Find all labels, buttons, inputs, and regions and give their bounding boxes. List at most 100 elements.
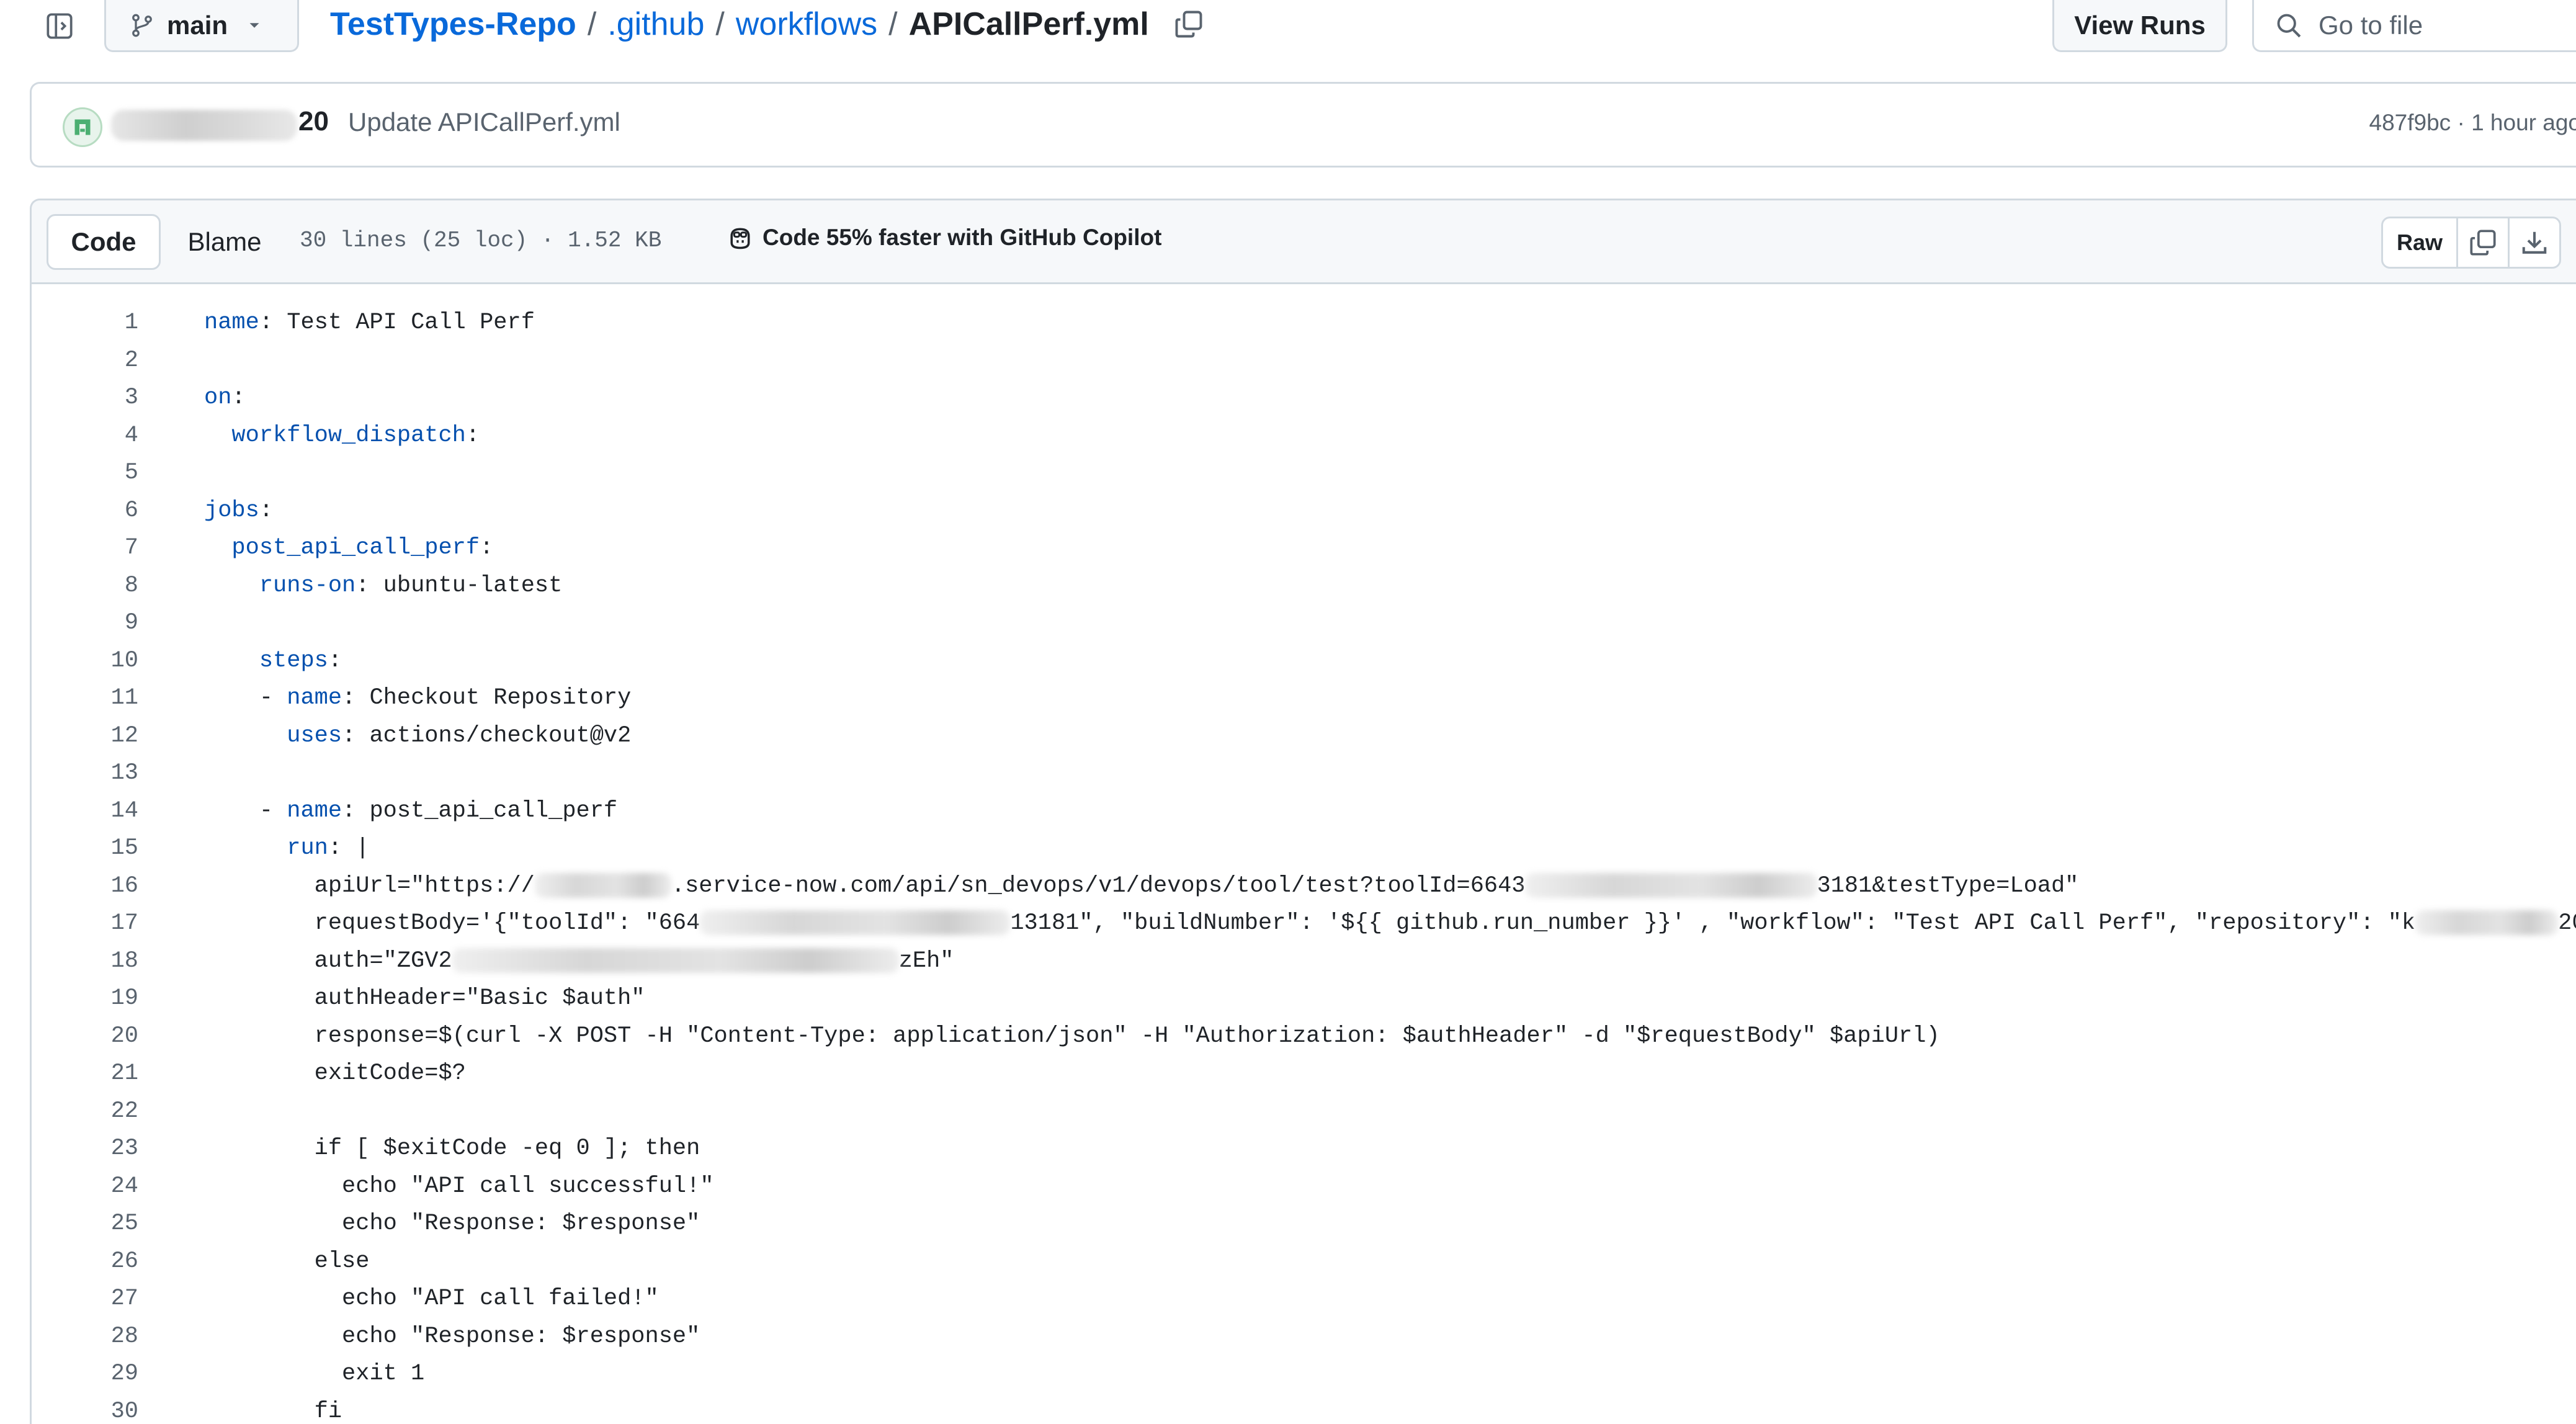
line-content: workflow_dispatch: xyxy=(231,422,480,449)
code-line: 3 on: xyxy=(32,379,2576,416)
chevron-down-icon xyxy=(249,22,259,28)
line-number[interactable]: 12 xyxy=(32,717,138,755)
code-line: 14 - name: post_api_call_perf xyxy=(32,792,2576,830)
yaml-key: run xyxy=(287,835,328,861)
line-content: steps: xyxy=(259,647,342,674)
line-number[interactable]: 11 xyxy=(32,679,138,717)
breadcrumb-repo-link[interactable]: TestTypes-Repo xyxy=(330,6,576,43)
line-number[interactable]: 18 xyxy=(32,943,138,980)
git-branch-icon xyxy=(132,14,152,37)
line-number[interactable]: 22 xyxy=(32,1093,138,1130)
breadcrumb-separator: / xyxy=(715,6,725,42)
line-number[interactable]: 7 xyxy=(32,529,138,566)
redacted-text xyxy=(534,872,671,898)
code-view: 1 name: Test API Call Perf 2 3 on: 4 workflow… xyxy=(30,284,2576,1424)
copy-raw-icon[interactable] xyxy=(2458,218,2510,267)
code-line: 28 echo "Response: $response" xyxy=(32,1318,2576,1355)
code-line: 16 apiUrl="https://.service-now.com/api/… xyxy=(32,867,2576,905)
line-number[interactable]: 2 xyxy=(32,342,138,379)
yaml-key: post_api_call_perf xyxy=(231,535,480,561)
code-line: 13 xyxy=(32,755,2576,792)
line-content: run: | xyxy=(287,835,370,861)
file-info: 30 lines (25 loc) · 1.52 KB xyxy=(300,228,662,253)
download-icon[interactable] xyxy=(2510,218,2559,267)
code-line: 10 steps: xyxy=(32,642,2576,679)
line-content: requestBody='{"toolId": "664 13181", "bui… xyxy=(204,910,2576,936)
line-content: exitCode=$? xyxy=(204,1060,466,1086)
line-number[interactable]: 21 xyxy=(32,1055,138,1092)
redacted-author-name xyxy=(111,110,297,141)
yaml-key: workflow_dispatch xyxy=(231,422,466,449)
line-number[interactable]: 1 xyxy=(32,304,138,341)
yaml-key: jobs xyxy=(204,497,259,524)
avatar[interactable] xyxy=(63,107,102,147)
line-number[interactable]: 24 xyxy=(32,1168,138,1205)
line-number[interactable]: 3 xyxy=(32,379,138,416)
breadcrumb-separator: / xyxy=(888,6,898,42)
code-line: 12 uses: actions/checkout@v2 xyxy=(32,717,2576,755)
tab-blame[interactable]: Blame xyxy=(161,214,288,270)
line-content: authHeader="Basic $auth" xyxy=(204,985,645,1011)
line-content: echo "API call failed!" xyxy=(204,1286,659,1312)
copilot-label: Code 55% faster with GitHub Copilot xyxy=(763,225,1162,250)
branch-selector-button[interactable]: main xyxy=(104,0,299,52)
redacted-text xyxy=(452,947,899,973)
line-number[interactable]: 19 xyxy=(32,980,138,1017)
code-line: 8 runs-on: ubuntu-latest xyxy=(32,567,2576,604)
line-number[interactable]: 20 xyxy=(32,1018,138,1055)
branch-label: main xyxy=(167,10,228,40)
line-number[interactable]: 29 xyxy=(32,1355,138,1392)
code-line: 26 else xyxy=(32,1243,2576,1280)
code-line: 2 xyxy=(32,342,2576,379)
line-content: fi xyxy=(204,1398,342,1424)
breadcrumb-github-link[interactable]: .github xyxy=(607,6,704,43)
go-to-file-input[interactable]: Go to file xyxy=(2252,0,2576,52)
commit-author[interactable]: 20 xyxy=(298,106,329,137)
line-number[interactable]: 8 xyxy=(32,567,138,604)
redacted-text xyxy=(1525,872,1817,898)
line-content: exit 1 xyxy=(204,1361,425,1387)
redacted-text xyxy=(2415,910,2559,936)
line-number[interactable]: 23 xyxy=(32,1130,138,1167)
line-number[interactable]: 5 xyxy=(32,454,138,491)
line-number[interactable]: 4 xyxy=(32,417,138,454)
line-number[interactable]: 6 xyxy=(32,492,138,529)
line-content: runs-on: ubuntu-latest xyxy=(259,572,563,599)
line-number[interactable]: 27 xyxy=(32,1280,138,1317)
line-number[interactable]: 17 xyxy=(32,905,138,942)
view-runs-button[interactable]: View Runs xyxy=(2052,0,2227,52)
raw-button[interactable]: Raw xyxy=(2383,218,2458,267)
line-content: echo "API call successful!" xyxy=(204,1173,714,1199)
copy-path-icon[interactable] xyxy=(1174,9,1204,39)
yaml-key: steps xyxy=(259,647,328,674)
line-number[interactable]: 16 xyxy=(32,867,138,905)
code-line: 18 auth="ZGV2 zEh" xyxy=(32,943,2576,980)
code-line: 27 echo "API call failed!" xyxy=(32,1280,2576,1317)
line-number[interactable]: 15 xyxy=(32,830,138,867)
line-number[interactable]: 25 xyxy=(32,1205,138,1242)
code-line: 30 fi xyxy=(32,1393,2576,1424)
code-line: 6 jobs: xyxy=(32,492,2576,529)
line-number[interactable]: 30 xyxy=(32,1393,138,1424)
line-number[interactable]: 26 xyxy=(32,1243,138,1280)
line-number[interactable]: 28 xyxy=(32,1318,138,1355)
sidebar-toggle-icon[interactable] xyxy=(41,7,78,45)
line-number[interactable]: 9 xyxy=(32,604,138,642)
code-line: 19 authHeader="Basic $auth" xyxy=(32,980,2576,1017)
breadcrumb-workflows-link[interactable]: workflows xyxy=(736,6,877,43)
tab-code[interactable]: Code xyxy=(47,214,161,270)
line-number[interactable]: 14 xyxy=(32,792,138,830)
line-content: auth="ZGV2 zEh" xyxy=(204,947,954,974)
code-line: 22 xyxy=(32,1093,2576,1130)
code-line: 29 exit 1 xyxy=(32,1355,2576,1392)
yaml-key: name xyxy=(204,310,259,336)
line-content: post_api_call_perf: xyxy=(231,535,494,561)
copilot-promo[interactable]: Code 55% faster with GitHub Copilot xyxy=(727,224,1161,251)
line-content: echo "Response: $response" xyxy=(204,1211,700,1237)
line-number[interactable]: 13 xyxy=(32,755,138,792)
commit-meta[interactable]: 487f9bc · 1 hour ago xyxy=(2369,110,2576,136)
line-content: uses: actions/checkout@v2 xyxy=(287,722,632,749)
commit-message[interactable]: Update APICallPerf.yml xyxy=(348,107,620,137)
line-content: echo "Response: $response" xyxy=(204,1323,700,1350)
line-number[interactable]: 10 xyxy=(32,642,138,679)
